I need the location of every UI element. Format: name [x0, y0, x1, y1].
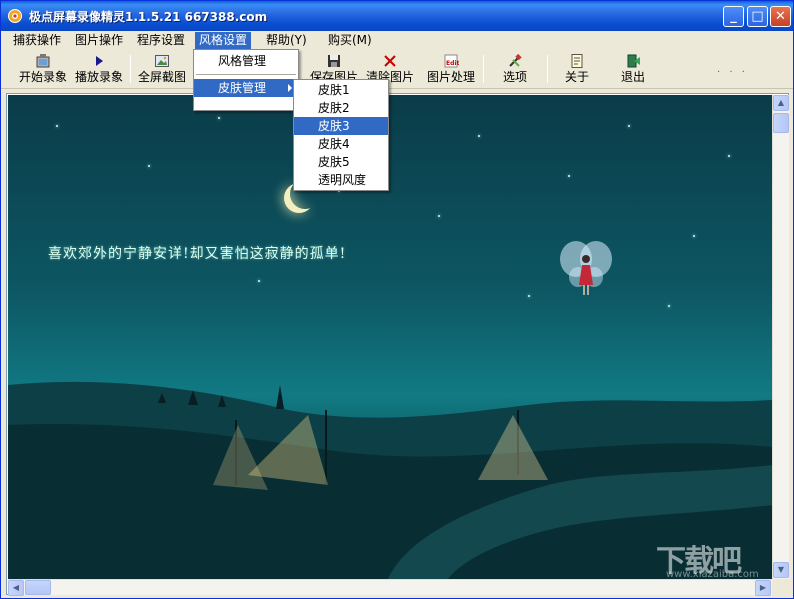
scrollbar-corner: [772, 579, 789, 595]
skin-manage-label: 皮肤管理: [218, 81, 267, 95]
app-logo-icon: [8, 9, 22, 23]
skin-1-item[interactable]: 皮肤1: [294, 81, 388, 99]
menu-program-settings[interactable]: 程序设置: [133, 32, 189, 49]
fairy-illustration: [560, 241, 612, 295]
skin-2-item[interactable]: 皮肤2: [294, 99, 388, 117]
maximize-button[interactable]: □: [747, 6, 768, 27]
delete-icon: [384, 55, 396, 67]
watermark-url: www.xiazaiba.com: [666, 569, 759, 580]
image-canvas-frame: 喜欢郊外的宁静安详!却又害怕这寂静的孤单! ▲ ▼ ◀ ▶: [6, 93, 789, 596]
title-bar[interactable]: 极点屏幕录像精灵1.1.5.21 667388.com _ □ ✕: [1, 1, 793, 31]
toolbar-separator: [483, 55, 484, 83]
options-label: 选项: [502, 70, 527, 84]
minimize-icon: _: [730, 9, 737, 24]
star: [528, 295, 530, 297]
menu-separator: [196, 74, 296, 75]
vertical-scroll-thumb[interactable]: [773, 113, 789, 133]
svg-text:Edit: Edit: [446, 60, 459, 67]
menu-image[interactable]: 图片操作: [71, 32, 127, 49]
exit-icon: [627, 54, 640, 68]
play-record-label: 播放录象: [74, 70, 123, 84]
arrow-left-icon: ◀: [12, 583, 20, 592]
tools-icon: [509, 53, 522, 67]
scroll-down-button[interactable]: ▼: [773, 562, 789, 578]
star: [478, 135, 480, 137]
star: [56, 125, 58, 127]
play-icon: [96, 56, 103, 66]
record-icon: [36, 54, 50, 68]
start-record-button[interactable]: 开始录象: [15, 51, 71, 87]
arrow-down-icon: ▼: [777, 565, 785, 574]
arrow-right-icon: ▶: [759, 583, 767, 592]
menu-capture[interactable]: 捕获操作: [9, 32, 65, 49]
scroll-up-button[interactable]: ▲: [773, 95, 789, 111]
horizontal-scrollbar[interactable]: ◀ ▶: [8, 579, 772, 596]
edit-icon: Edit: [444, 54, 459, 68]
star: [568, 175, 570, 177]
arrow-up-icon: ▲: [777, 98, 785, 107]
close-icon: ✕: [775, 9, 786, 24]
exit-label: 退出: [620, 70, 645, 84]
star: [628, 125, 630, 127]
app-window: 极点屏幕录像精灵1.1.5.21 667388.com _ □ ✕ 捕获操作 图…: [0, 0, 794, 599]
start-record-label: 开始录象: [18, 70, 67, 84]
star: [148, 165, 150, 167]
screenshot-icon: [155, 55, 169, 67]
menu-style-settings[interactable]: 风格设置: [195, 32, 252, 49]
close-button[interactable]: ✕: [770, 6, 791, 27]
menu-bar: 捕获操作 图片操作 程序设置 风格设置 帮助(Y) 购买(M): [1, 31, 793, 49]
menu-help[interactable]: 帮助(Y): [262, 32, 311, 49]
submenu-arrow-icon: [288, 84, 292, 92]
toolbar-overflow[interactable]: · · ·: [717, 67, 748, 78]
toolbar: 开始录象 播放录象 全屏截图 保存图片 清除图片 Edit 图片处理 选项 关于…: [1, 49, 793, 89]
skin-4-item[interactable]: 皮肤4: [294, 135, 388, 153]
about-label: 关于: [564, 70, 589, 84]
image-process-button[interactable]: Edit 图片处理: [423, 51, 479, 87]
star: [218, 117, 220, 119]
options-button[interactable]: 选项: [493, 51, 537, 87]
image-canvas[interactable]: 喜欢郊外的宁静安详!却又害怕这寂静的孤单!: [8, 95, 772, 579]
skin-5-item[interactable]: 皮肤5: [294, 153, 388, 171]
toolbar-separator: [547, 55, 548, 83]
skin-3-item[interactable]: 皮肤3: [294, 117, 388, 135]
transparent-style-item[interactable]: 透明风度: [294, 171, 388, 189]
skin-submenu: 皮肤1 皮肤2 皮肤3 皮肤4 皮肤5 透明风度: [293, 79, 389, 191]
horizontal-scroll-thumb[interactable]: [25, 580, 51, 595]
scroll-right-button[interactable]: ▶: [755, 580, 771, 596]
star: [438, 215, 440, 217]
fullscreen-capture-label: 全屏截图: [137, 70, 186, 84]
wallpaper-poem: 喜欢郊外的宁静安详!却又害怕这寂静的孤单!: [48, 246, 347, 262]
minimize-button[interactable]: _: [723, 6, 744, 27]
play-record-button[interactable]: 播放录象: [71, 51, 127, 87]
star: [728, 155, 730, 157]
star: [668, 305, 670, 307]
save-icon: [328, 55, 340, 67]
fullscreen-capture-button[interactable]: 全屏截图: [134, 51, 190, 87]
maximize-icon: □: [751, 9, 764, 24]
about-icon: [571, 54, 583, 68]
style-manage-item[interactable]: 风格管理: [194, 52, 298, 70]
image-process-label: 图片处理: [426, 70, 475, 84]
scroll-left-button[interactable]: ◀: [8, 580, 24, 596]
window-title: 极点屏幕录像精灵1.1.5.21 667388.com: [29, 10, 268, 24]
style-settings-menu: 风格管理 皮肤管理: [193, 49, 299, 111]
star: [258, 280, 260, 282]
toolbar-separator: [130, 55, 131, 83]
vertical-scrollbar[interactable]: ▲ ▼: [772, 95, 789, 579]
star: [693, 235, 695, 237]
skin-manage-item[interactable]: 皮肤管理: [194, 79, 298, 97]
exit-button[interactable]: 退出: [613, 51, 653, 87]
menu-buy[interactable]: 购买(M): [324, 32, 376, 49]
about-button[interactable]: 关于: [557, 51, 597, 87]
